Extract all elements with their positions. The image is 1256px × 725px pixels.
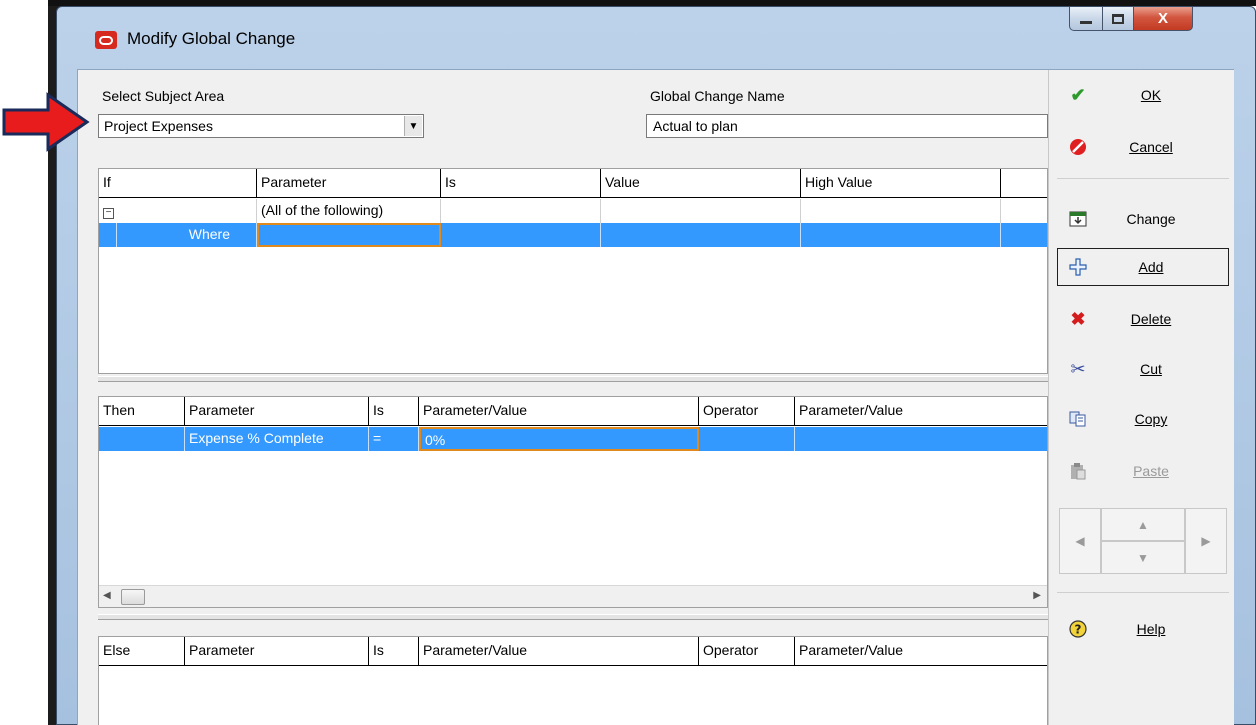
move-down-button[interactable]: ▼ [1101,541,1185,574]
if-row-all[interactable]: − (All of the following) [99,199,1047,223]
copy-icon [1058,410,1098,428]
minimize-icon [1080,21,1092,24]
global-change-name-input[interactable]: Actual to plan [646,114,1048,138]
copy-button[interactable]: Copy [1057,400,1229,438]
if-row-high-value [801,199,1001,223]
separator [1057,178,1229,179]
if-row-parameter: (All of the following) [257,199,441,223]
then-row-operator[interactable] [699,427,795,451]
arrow-up-icon: ▲ [1137,517,1149,532]
delete-button[interactable]: ✖ Delete [1057,300,1229,338]
scroll-left-icon[interactable]: ◀ [103,590,111,601]
col-else[interactable]: Else [99,637,185,665]
col-then[interactable]: Then [99,397,185,425]
add-button[interactable]: Add [1057,248,1229,286]
dropdown-arrow-icon[interactable]: ▼ [404,116,422,136]
help-button[interactable]: ? Help [1057,610,1229,648]
oracle-app-icon [95,31,117,49]
move-navigation-pad: ◀ ▲ ▼ ▶ [1059,508,1227,574]
col-is[interactable]: Is [441,169,601,197]
close-icon: X [1157,10,1168,27]
ok-button[interactable]: ✔ OK [1057,76,1229,114]
close-button[interactable]: X [1133,7,1193,31]
arrow-left-icon: ◀ [1075,534,1085,548]
scissors-icon: ✂ [1070,358,1086,379]
subject-area-label: Select Subject Area [102,88,225,104]
maximize-button[interactable] [1102,7,1134,31]
red-arrow-annotation [2,92,90,152]
col-if[interactable]: If [99,169,257,197]
then-row-parameter[interactable]: Expense % Complete [185,427,369,451]
col-high-value[interactable]: High Value [801,169,1001,197]
cancel-button[interactable]: Cancel [1057,128,1229,166]
global-change-name-label: Global Change Name [650,88,785,104]
if-row-is [441,199,601,223]
command-button-bar: ✔ OK Cancel Change Add ✖ Delete ✂ Cut Co… [1048,70,1234,725]
maximize-icon [1112,13,1124,24]
col-parameter-value[interactable]: Parameter/Value [419,637,699,665]
change-button[interactable]: Change [1057,200,1229,238]
delete-icon: ✖ [1070,308,1086,329]
then-row-param-value[interactable]: 0% [419,427,699,451]
window-title: Modify Global Change [127,29,296,48]
else-grid: Else Parameter Is Parameter/Value Operat… [98,636,1048,725]
where-is-cell[interactable] [441,223,601,247]
cut-button[interactable]: ✂ Cut [1057,350,1229,388]
col-operator[interactable]: Operator [699,397,795,425]
where-high-value-cell[interactable] [801,223,1001,247]
subject-area-value: Project Expenses [104,118,213,134]
add-icon [1058,258,1098,276]
if-grid: If Parameter Is Value High Value − (All … [98,168,1048,374]
col-parameter[interactable]: Parameter [257,169,441,197]
separator [1057,592,1229,593]
dialog-client-area: Select Subject Area Global Change Name P… [77,69,1234,725]
then-row-param-value-2[interactable] [795,427,1047,451]
col-operator[interactable]: Operator [699,637,795,665]
if-grid-header: If Parameter Is Value High Value [99,169,1047,198]
else-grid-header: Else Parameter Is Parameter/Value Operat… [99,637,1047,666]
col-parameter-value-2[interactable]: Parameter/Value [795,637,1047,665]
subject-area-select[interactable]: Project Expenses ▼ [98,114,424,138]
collapse-icon[interactable]: − [103,208,114,219]
then-grid-header: Then Parameter Is Parameter/Value Operat… [99,397,1047,426]
help-icon: ? [1058,620,1098,638]
modify-global-change-window: Modify Global Change X Select Subject Ar… [56,6,1256,725]
paste-icon [1058,462,1098,480]
scroll-thumb[interactable] [121,589,145,605]
horizontal-scrollbar[interactable]: ◀ ▶ [99,585,1047,607]
then-row[interactable]: Expense % Complete = 0% [99,427,1047,451]
move-left-button[interactable]: ◀ [1059,508,1101,574]
where-value-cell[interactable] [601,223,801,247]
col-is[interactable]: Is [369,397,419,425]
scroll-right-icon[interactable]: ▶ [1033,590,1041,601]
splitter-then-else[interactable] [98,614,1048,620]
col-parameter-value-2[interactable]: Parameter/Value [795,397,1047,425]
arrow-down-icon: ▼ [1137,550,1149,565]
cancel-icon [1058,138,1098,156]
col-is[interactable]: Is [369,637,419,665]
splitter-if-then[interactable] [98,376,1048,382]
then-row-is[interactable]: = [369,427,419,451]
col-parameter-value[interactable]: Parameter/Value [419,397,699,425]
if-row-where[interactable]: Where [99,223,1047,247]
minimize-button[interactable] [1069,7,1103,31]
where-label: Where [117,223,257,247]
change-icon [1058,211,1098,227]
then-row-then [99,427,185,451]
content-area: Select Subject Area Global Change Name P… [86,70,1048,725]
where-parameter-cell[interactable] [257,223,441,247]
move-right-button[interactable]: ▶ [1185,508,1227,574]
col-parameter[interactable]: Parameter [185,397,369,425]
then-grid: Then Parameter Is Parameter/Value Operat… [98,396,1048,608]
col-parameter[interactable]: Parameter [185,637,369,665]
move-up-button[interactable]: ▲ [1101,508,1185,541]
arrow-right-icon: ▶ [1201,534,1211,548]
if-row-value [601,199,801,223]
checkmark-icon: ✔ [1070,84,1086,105]
svg-text:?: ? [1075,623,1082,637]
paste-button[interactable]: Paste [1057,452,1229,490]
col-value[interactable]: Value [601,169,801,197]
